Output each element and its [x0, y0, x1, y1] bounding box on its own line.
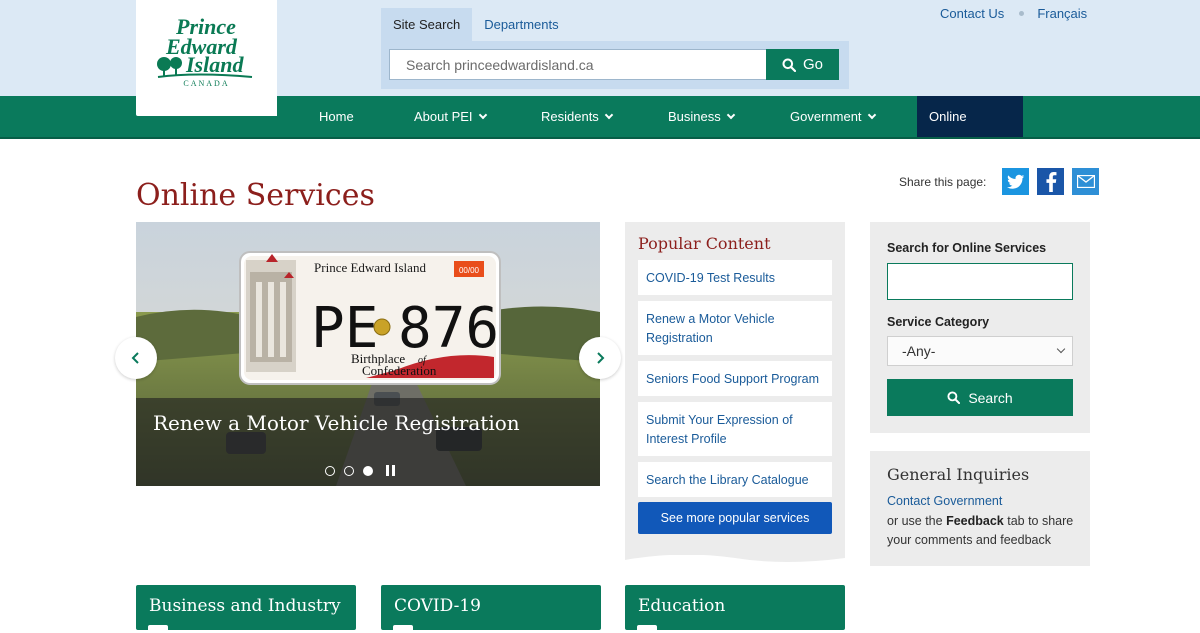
search-icon: [947, 391, 961, 404]
nav-item-label: Online Services: [929, 109, 979, 165]
inquiries-feedback-bold: Feedback: [946, 514, 1004, 528]
tile-notch-decoration: [393, 625, 413, 633]
inquiries-text-prefix: or use the: [887, 514, 947, 528]
twitter-icon: [1006, 174, 1025, 189]
carousel-indicators: [325, 465, 396, 476]
share-label: Share this page:: [899, 174, 987, 189]
nav-item-government[interactable]: Government: [790, 96, 876, 137]
popular-wave-decoration: [625, 552, 845, 562]
facebook-icon: [1046, 171, 1057, 192]
chevron-down-icon: [604, 110, 614, 120]
search-tabs: Site Search Departments: [381, 8, 571, 41]
svg-text:Island: Island: [185, 52, 244, 77]
general-inquiries-heading: General Inquiries: [887, 465, 1030, 484]
francais-link[interactable]: Français: [1037, 6, 1087, 21]
plate-province: Prince Edward Island: [314, 260, 426, 275]
popular-link-covid-results[interactable]: COVID-19 Test Results: [638, 260, 832, 295]
email-icon: [1076, 175, 1095, 188]
carousel-dot-1[interactable]: [325, 465, 335, 476]
nav-item-business[interactable]: Business: [668, 96, 735, 137]
site-search-input[interactable]: [389, 49, 767, 80]
service-category-value: -Any-: [902, 343, 936, 359]
nav-item-label: Government: [790, 109, 862, 124]
top-links: Contact Us Français: [940, 6, 1087, 21]
general-inquiries-panel: General Inquiries Contact Government or …: [870, 451, 1090, 566]
search-panel: Go: [381, 41, 849, 89]
nav-item-about-pei[interactable]: About PEI: [414, 96, 487, 137]
tile-label: Business and Industry: [149, 596, 341, 616]
contact-us-link[interactable]: Contact Us: [940, 6, 1004, 21]
service-search-button-label: Search: [968, 389, 1013, 406]
logo-canada-text: CANADA: [183, 79, 230, 88]
carousel-dot-2[interactable]: [344, 465, 354, 476]
nav-item-label: Residents: [541, 109, 599, 124]
tile-notch-decoration: [148, 625, 168, 633]
chevron-down-icon: [1056, 344, 1066, 354]
tab-site-search[interactable]: Site Search: [381, 8, 473, 41]
popular-link-library-catalogue[interactable]: Search the Library Catalogue: [638, 462, 832, 497]
contact-government-link[interactable]: Contact Government: [887, 494, 1002, 508]
facebook-share-button[interactable]: [1037, 168, 1065, 195]
logo-wave-decoration: [136, 98, 277, 114]
popular-content-heading: Popular Content: [638, 234, 771, 253]
tile-label: Education: [638, 596, 726, 616]
service-search-panel: Search for Online Services Service Categ…: [870, 222, 1090, 433]
plate-sticker: 00/00: [459, 266, 480, 275]
service-search-input[interactable]: [887, 263, 1073, 300]
service-category-select[interactable]: -Any-: [887, 336, 1073, 366]
carousel-pause-button[interactable]: [386, 465, 396, 476]
chevron-down-icon: [867, 110, 876, 120]
pause-icon: [386, 465, 389, 476]
plate-slogan-2: Confederation: [362, 363, 437, 378]
twitter-share-button[interactable]: [1002, 168, 1030, 195]
chevron-down-icon: [478, 110, 487, 120]
see-more-services-button[interactable]: See more popular services: [638, 502, 832, 534]
go-button-label: Go: [802, 56, 823, 73]
inquiries-text: or use the Feedback tab to share your co…: [887, 512, 1082, 550]
tile-label: COVID-19: [394, 596, 481, 616]
nav-item-label: Business: [668, 109, 721, 124]
tile-covid-19[interactable]: COVID-19: [381, 585, 601, 633]
plate-number-right: 876: [398, 296, 499, 361]
page-title: Online Services: [136, 178, 375, 213]
carousel-caption[interactable]: Renew a Motor Vehicle Registration: [153, 411, 520, 435]
nav-item-label: About PEI: [414, 109, 473, 124]
popular-link-seniors-food[interactable]: Seniors Food Support Program: [638, 361, 832, 396]
chevron-left-icon: [131, 352, 139, 364]
nav-item-residents[interactable]: Residents: [541, 96, 614, 137]
carousel-next-button[interactable]: [579, 337, 621, 379]
feature-carousel[interactable]: 00/00 Prince Edward Island PE 876 Birthp…: [136, 222, 600, 486]
go-button[interactable]: Go: [766, 49, 839, 80]
service-category-label: Service Category: [887, 315, 990, 329]
popular-link-vehicle-registration[interactable]: Renew a Motor Vehicle Registration: [638, 301, 832, 355]
site-search: Site Search Departments Go: [381, 8, 849, 89]
share-bar: Share this page:: [899, 168, 1100, 195]
carousel-prev-button[interactable]: [115, 337, 157, 379]
chevron-down-icon: [726, 110, 735, 120]
nav-item-label: Home: [319, 109, 354, 124]
email-share-button[interactable]: [1072, 168, 1100, 195]
separator-dot: [1019, 11, 1025, 16]
pause-icon: [392, 465, 395, 476]
search-icon: [782, 58, 796, 72]
tile-business-industry[interactable]: Business and Industry: [136, 585, 356, 633]
tab-departments[interactable]: Departments: [472, 8, 570, 41]
tile-notch-decoration: [637, 625, 657, 633]
service-search-label: Search for Online Services: [887, 241, 1047, 255]
popular-link-expression-of-interest[interactable]: Submit Your Expression of Interest Profi…: [638, 402, 832, 456]
chevron-right-icon: [597, 352, 605, 364]
carousel-dot-3[interactable]: [363, 465, 373, 476]
nav-item-home[interactable]: Home: [319, 96, 354, 137]
nav-item-online-services[interactable]: Online Services: [917, 96, 1023, 165]
tile-education[interactable]: Education: [625, 585, 845, 633]
service-search-button[interactable]: Search: [887, 379, 1073, 416]
